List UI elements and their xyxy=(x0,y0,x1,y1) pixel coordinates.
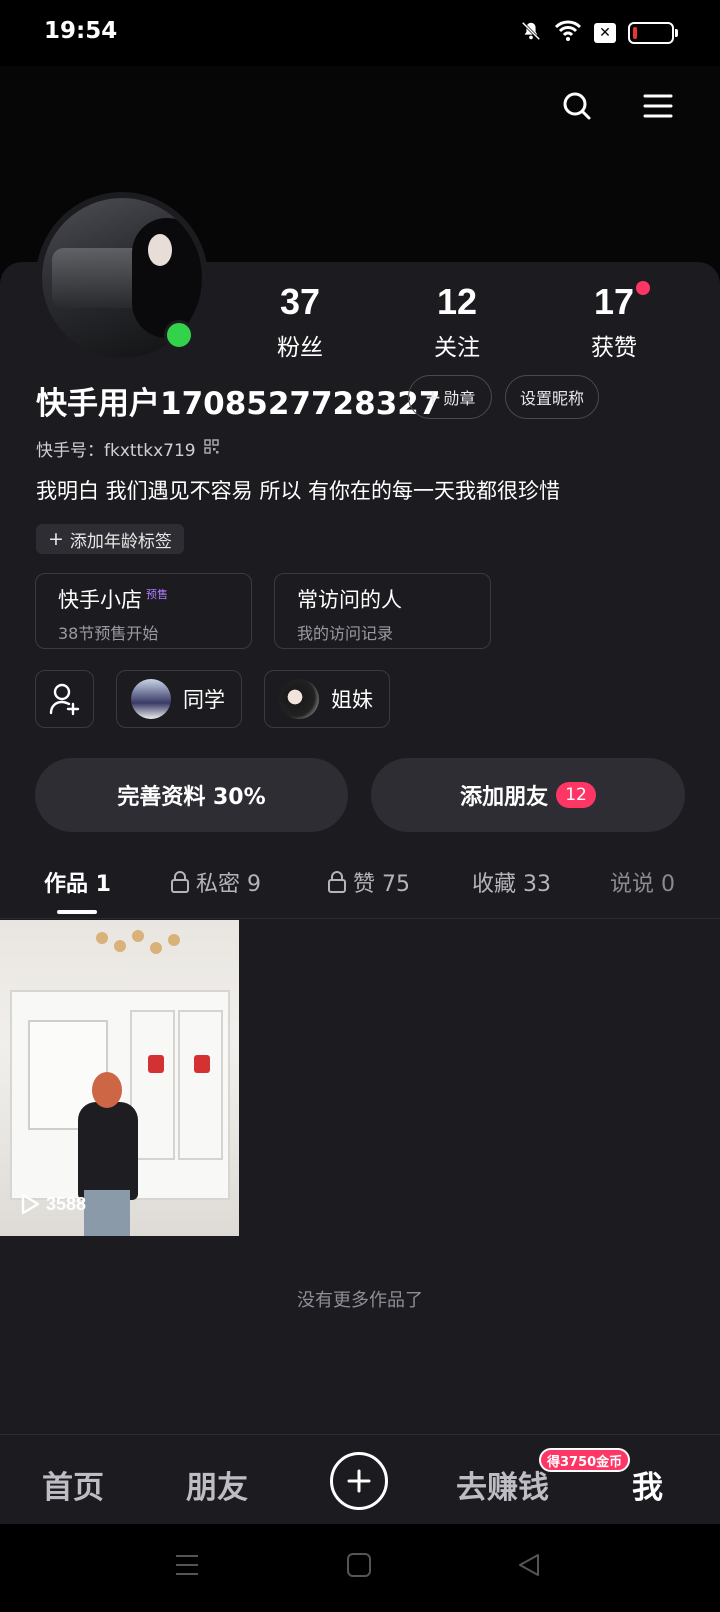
status-bar: 19:54 ✕ xyxy=(0,0,720,66)
bell-off-icon xyxy=(520,20,542,46)
play-count-value: 3588 xyxy=(46,1193,87,1214)
play-count: 3588 xyxy=(20,1193,86,1215)
tab-private-label: 私密 9 xyxy=(196,872,261,897)
tab-private[interactable]: 私密 9 xyxy=(170,866,261,898)
battery-low-icon xyxy=(628,22,678,44)
shop-card-subtitle: 38节预售开始 xyxy=(58,624,159,643)
tab-works-label: 作品 1 xyxy=(44,872,111,897)
set-nickname-button[interactable]: 设置昵称 xyxy=(505,375,599,419)
badge-button[interactable]: + 勋章 xyxy=(408,375,492,419)
nav-home[interactable]: 首页 xyxy=(42,1462,104,1507)
recent-apps-icon xyxy=(176,1555,198,1575)
add-friends-label: 添加朋友 xyxy=(460,785,549,810)
shop-card-title: 快手小店 xyxy=(58,588,142,612)
nav-me[interactable]: 我 xyxy=(632,1462,663,1507)
create-button[interactable] xyxy=(330,1452,388,1510)
search-icon xyxy=(563,92,591,120)
nav-friends[interactable]: 朋友 xyxy=(186,1462,248,1507)
visitors-card-subtitle: 我的访问记录 xyxy=(297,624,394,643)
search-button[interactable] xyxy=(557,86,597,126)
kuaishou-id-row[interactable]: 快手号：fkxttkx719 xyxy=(36,436,219,461)
frequent-visitors-card[interactable]: 常访问的人 我的访问记录 xyxy=(274,573,491,649)
online-status-dot xyxy=(164,320,194,350)
sisters-label: 姐妹 xyxy=(331,688,373,712)
coin-reward-badge: 得3750金币 xyxy=(539,1448,631,1472)
add-friend-icon-button[interactable] xyxy=(35,670,94,728)
add-friends-button[interactable]: 添加朋友 12 xyxy=(371,758,685,832)
active-tab-indicator xyxy=(57,910,97,914)
stat-likes[interactable]: 17 获赞 xyxy=(554,282,674,362)
stat-following-label: 关注 xyxy=(434,335,480,361)
tab-works[interactable]: 作品 1 xyxy=(44,866,111,898)
stat-following[interactable]: 12 关注 xyxy=(397,282,517,362)
stat-fans-label: 粉丝 xyxy=(277,335,323,361)
system-home-button[interactable] xyxy=(346,1552,372,1582)
age-tag-label: 添加年龄标签 xyxy=(69,531,172,552)
stat-likes-label: 获赞 xyxy=(591,335,637,361)
work-thumbnail[interactable] xyxy=(0,920,239,1236)
complete-profile-button[interactable]: 完善资料 30% xyxy=(35,758,348,832)
kuaishou-shop-card[interactable]: 快手小店 预售 38节预售开始 xyxy=(35,573,252,649)
nav-earn[interactable]: 去赚钱 xyxy=(456,1462,549,1507)
stat-following-value: 12 xyxy=(436,281,478,322)
add-friends-count-badge: 12 xyxy=(556,782,596,808)
tab-liked[interactable]: 赞 75 xyxy=(327,866,410,898)
lock-icon xyxy=(171,871,189,893)
classmates-label: 同学 xyxy=(183,688,225,712)
menu-icon xyxy=(643,94,673,118)
home-square-icon xyxy=(347,1553,371,1577)
kuaishou-id: 快手号：fkxttkx719 xyxy=(36,441,196,461)
tab-liked-label: 赞 75 xyxy=(353,872,410,897)
sisters-avatar xyxy=(279,679,319,719)
x-box-icon: ✕ xyxy=(594,23,616,43)
add-age-tag-button[interactable]: + 添加年龄标签 xyxy=(36,524,184,554)
wifi-icon xyxy=(554,20,582,46)
plus-icon: + xyxy=(48,528,64,550)
tab-favorites-label: 收藏 33 xyxy=(472,872,551,897)
stat-fans[interactable]: 37 粉丝 xyxy=(240,282,360,362)
stat-likes-value: 17 xyxy=(593,281,635,322)
sisters-chip[interactable]: 姐妹 xyxy=(264,670,390,728)
username: 快手用户1708527728327 xyxy=(36,386,441,422)
back-triangle-icon xyxy=(519,1554,539,1576)
classmates-chip[interactable]: 同学 xyxy=(116,670,242,728)
tab-favorites[interactable]: 收藏 33 xyxy=(472,866,551,898)
no-more-works-text: 没有更多作品了 xyxy=(297,1290,423,1311)
presale-badge: 预售 xyxy=(146,588,168,601)
chandelier-decoration xyxy=(96,926,186,956)
plus-icon: + xyxy=(424,385,442,409)
set-nickname-label: 设置昵称 xyxy=(519,389,584,408)
tab-posts-label: 说说 0 xyxy=(610,872,675,897)
profile-bio: 我明白 我们遇见不容易 所以 有你在的每一天我都很珍惜 xyxy=(36,479,561,503)
qr-code-icon xyxy=(203,438,219,459)
stat-fans-value: 37 xyxy=(279,281,321,322)
complete-profile-label: 完善资料 30% xyxy=(117,785,266,810)
visitors-card-title: 常访问的人 xyxy=(297,588,402,612)
plus-icon xyxy=(347,1469,371,1493)
lock-icon xyxy=(328,871,346,893)
tab-divider xyxy=(0,918,720,919)
menu-button[interactable] xyxy=(638,86,678,126)
add-user-icon xyxy=(49,683,79,716)
system-menu-button[interactable] xyxy=(174,1552,200,1582)
system-back-button[interactable] xyxy=(516,1552,542,1582)
status-time: 19:54 xyxy=(44,18,118,44)
notification-dot xyxy=(636,281,650,295)
system-navigation-bar xyxy=(0,1524,720,1612)
classmates-avatar xyxy=(131,679,171,719)
tab-posts[interactable]: 说说 0 xyxy=(610,866,675,898)
badge-button-label: 勋章 xyxy=(443,389,476,408)
play-icon xyxy=(21,1193,40,1215)
status-icons: ✕ xyxy=(520,20,678,46)
